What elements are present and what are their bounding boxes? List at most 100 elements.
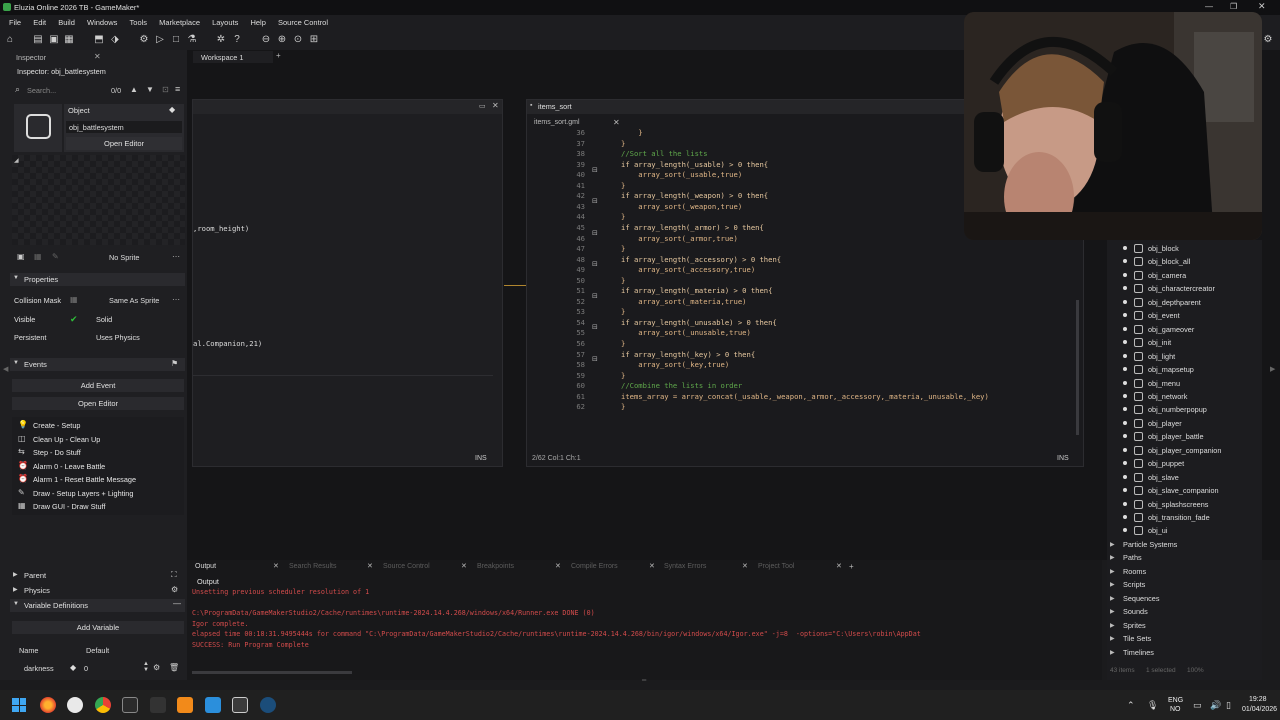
expand-arrow-icon[interactable]: ▶: [1110, 649, 1115, 656]
asset-item[interactable]: obj_event: [1148, 311, 1180, 320]
close-tab-icon[interactable]: ✕: [836, 562, 842, 570]
tray-chevron-icon[interactable]: ⌃: [1127, 700, 1135, 711]
help-icon[interactable]: ?: [231, 34, 243, 46]
close-tab-icon[interactable]: ✕: [742, 562, 748, 570]
lock-icon[interactable]: ⊡: [162, 85, 169, 94]
inspector-search[interactable]: ⌕ Search...: [12, 84, 107, 97]
asset-item[interactable]: obj_player_companion: [1148, 446, 1221, 455]
asset-item[interactable]: obj_ui: [1148, 526, 1167, 535]
asset-group[interactable]: Sequences: [1123, 594, 1160, 603]
fold-icon[interactable]: ⊟: [592, 355, 598, 363]
event-item[interactable]: Draw GUI - Draw Stuff: [33, 502, 105, 511]
output-tab[interactable]: Compile Errors: [571, 563, 618, 570]
maximize-icon[interactable]: ▭: [479, 102, 486, 110]
event-item[interactable]: Step - Do Stuff: [33, 448, 81, 457]
fold-icon[interactable]: ⊟: [592, 229, 598, 237]
output-scrollbar[interactable]: [192, 671, 352, 674]
collapse-left-icon[interactable]: ◀: [3, 365, 8, 373]
close-tab-icon[interactable]: ✕: [367, 562, 373, 570]
workspace-tab[interactable]: Workspace 1: [193, 51, 273, 63]
event-item[interactable]: Draw - Setup Layers + Lighting: [33, 489, 133, 498]
code-line[interactable]: 50}: [535, 276, 1075, 287]
debug-icon[interactable]: ⚙: [138, 34, 150, 46]
event-item[interactable]: Clean Up - Clean Up: [33, 435, 100, 444]
var-value[interactable]: 0: [84, 664, 88, 673]
asset-item[interactable]: obj_slave_companion: [1148, 486, 1219, 495]
sprite-icon[interactable]: ▣: [17, 252, 25, 261]
code-line[interactable]: 51 if array_length(_materia) > 0 then{: [535, 286, 1075, 297]
maximize-icon[interactable]: ❐: [1230, 2, 1237, 11]
steam-icon[interactable]: [260, 697, 276, 713]
code-line[interactable]: 48 if array_length(_accessory) > 0 then{: [535, 255, 1075, 266]
properties-section[interactable]: ▼ Properties: [10, 273, 185, 286]
tag-icon[interactable]: ◆: [169, 105, 175, 114]
close-tab-icon[interactable]: ✕: [555, 562, 561, 570]
fold-icon[interactable]: ⊟: [592, 323, 598, 331]
event-item[interactable]: Alarm 0 - Leave Battle: [33, 462, 105, 471]
settings-icon[interactable]: ⚙: [1262, 34, 1274, 46]
object-name-field[interactable]: obj_battlesystem: [66, 121, 182, 133]
output-tab[interactable]: Search Results: [289, 563, 336, 570]
delete-icon[interactable]: 🗑: [169, 663, 179, 672]
code-line[interactable]: 47}: [535, 244, 1075, 255]
lang-top[interactable]: ENG: [1168, 697, 1183, 704]
chrome-icon[interactable]: [95, 697, 111, 713]
asset-item[interactable]: obj_light: [1148, 352, 1175, 361]
volume-icon[interactable]: 🔊: [1210, 700, 1221, 711]
asset-item[interactable]: obj_mapsetup: [1148, 365, 1194, 374]
expand-arrow-icon[interactable]: ▶: [1110, 608, 1115, 615]
asset-group[interactable]: Sounds: [1123, 607, 1148, 616]
mask-menu-icon[interactable]: ⋯: [172, 295, 180, 304]
code-scrollbar[interactable]: [1076, 300, 1079, 435]
asset-item[interactable]: obj_charactercreator: [1148, 284, 1215, 293]
menu-build[interactable]: Build: [58, 18, 75, 27]
asset-group[interactable]: Timelines: [1123, 648, 1154, 657]
sprite-menu-icon[interactable]: ⋯: [172, 252, 180, 261]
code-line[interactable]: 52 array_sort(_materia,true): [535, 297, 1075, 308]
vscode-icon[interactable]: [205, 697, 221, 713]
expand-arrow-icon[interactable]: ▶: [1110, 622, 1115, 629]
sprite-name[interactable]: No Sprite: [109, 253, 139, 262]
add-variable-button[interactable]: Add Variable: [12, 621, 184, 634]
expand-arrow-icon[interactable]: ▶: [1110, 541, 1115, 548]
expand-arrow-icon[interactable]: ▶: [1110, 568, 1115, 575]
asset-item[interactable]: obj_slave: [1148, 473, 1179, 482]
code-line[interactable]: 54 if array_length(_unusable) > 0 then{: [535, 318, 1075, 329]
expand-arrow-icon[interactable]: ▶: [1110, 595, 1115, 602]
zoom-reset-icon[interactable]: ⊙: [292, 34, 304, 46]
close-tab-icon[interactable]: ✕: [649, 562, 655, 570]
fold-icon[interactable]: ⊟: [592, 166, 598, 174]
search-input[interactable]: Search...: [27, 86, 56, 95]
package-icon[interactable]: ⬒: [93, 34, 105, 46]
code-line[interactable]: 59}: [535, 371, 1075, 382]
menu-icon[interactable]: ≡: [175, 84, 180, 94]
asset-item[interactable]: obj_menu: [1148, 379, 1180, 388]
clean-icon[interactable]: ⚗: [186, 34, 198, 46]
output-tab[interactable]: Source Control: [383, 563, 430, 570]
asset-item[interactable]: obj_network: [1148, 392, 1187, 401]
var-name[interactable]: darkness: [24, 664, 54, 673]
gear-icon[interactable]: ⚙: [171, 585, 178, 594]
search-prev-icon[interactable]: ▲: [130, 85, 138, 94]
collision-mask-value[interactable]: Same As Sprite: [109, 296, 159, 305]
asset-item[interactable]: obj_gameover: [1148, 325, 1194, 334]
close-tab-icon[interactable]: ✕: [273, 562, 279, 570]
clock-date[interactable]: 01/04/2026: [1242, 706, 1277, 713]
create-executable-icon[interactable]: ⬗: [109, 34, 121, 46]
code-line[interactable]: 62}: [535, 402, 1075, 413]
mic-icon[interactable]: 🎙: [1147, 700, 1158, 711]
grid-icon[interactable]: ⊞: [308, 34, 320, 46]
inspector-tab[interactable]: Inspector ✕: [0, 51, 110, 63]
asset-item[interactable]: obj_player_battle: [1148, 432, 1204, 441]
visible-checkbox[interactable]: ✔: [70, 314, 78, 325]
code-line[interactable]: 61 items_array = array_concat(_usable,_we…: [535, 392, 1075, 403]
code-line[interactable]: 57 if array_length(_key) > 0 then{: [535, 350, 1075, 361]
add-workspace-icon[interactable]: +: [276, 51, 281, 60]
expand-arrow-icon[interactable]: ▶: [1110, 554, 1115, 561]
close-icon[interactable]: ✕: [492, 101, 499, 110]
lang-bottom[interactable]: NO: [1170, 706, 1181, 713]
fold-icon[interactable]: ⊟: [592, 292, 598, 300]
code-line[interactable]: 49 array_sort(_accessory,true): [535, 265, 1075, 276]
asset-group[interactable]: Tile Sets: [1123, 634, 1151, 643]
network-icon[interactable]: ▭: [1193, 700, 1202, 711]
